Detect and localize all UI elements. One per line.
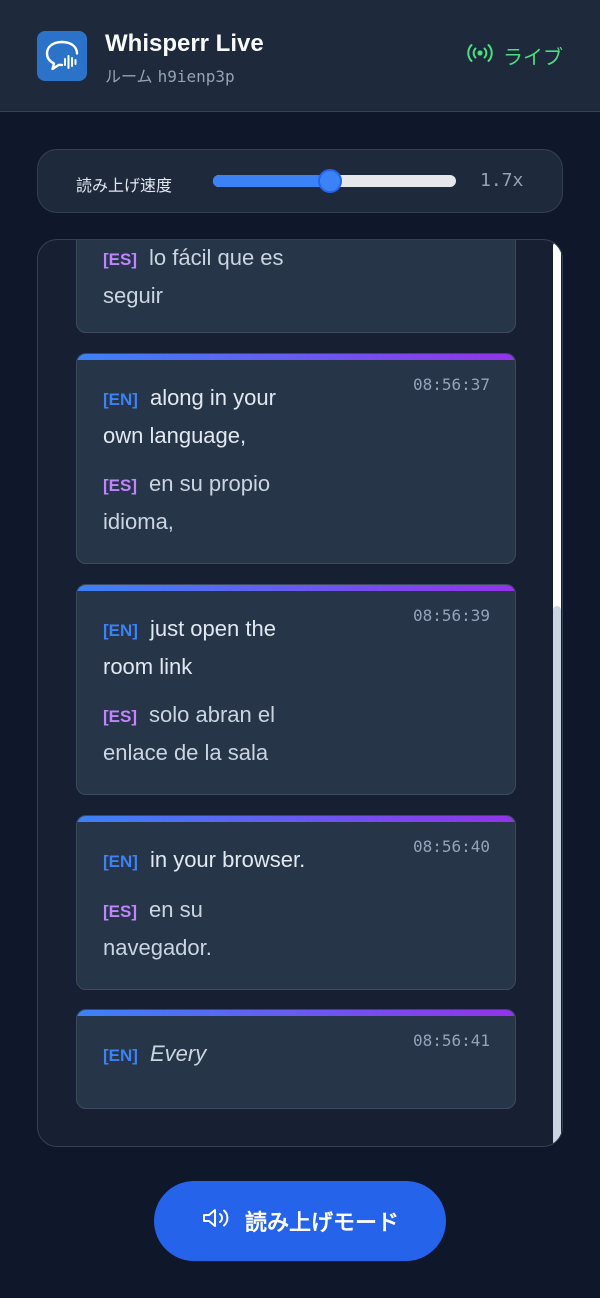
transcript-card: 08:56:40 [EN] in your browser. [ES] en su …	[76, 815, 516, 990]
live-label: ライブ	[503, 45, 563, 69]
timestamp: 08:56:40	[412, 837, 490, 856]
timestamp: 08:56:41	[412, 1031, 490, 1050]
transcript-card: 08:56:37 [EN] along in your own language,…	[76, 353, 516, 564]
room-label: ルーム	[105, 67, 153, 86]
timestamp: 08:56:39	[412, 606, 490, 625]
transcript-en-line: [EN] Every	[103, 1036, 363, 1074]
read-aloud-mode-button[interactable]: 読み上げモード	[154, 1181, 446, 1261]
partial-text: Every	[149, 1041, 207, 1066]
en-tag: [EN]	[103, 390, 138, 409]
transcript-es-line: [ES] en su propio idioma,	[103, 471, 271, 534]
app-header: Whisperr Live ルーム h9ienp3p ライブ	[0, 0, 600, 112]
card-accent-bar	[77, 816, 515, 822]
speed-control: 読み上げ速度 1.7x	[37, 149, 563, 213]
transcript-card: [ES] lo fácil que es seguir	[76, 240, 516, 333]
transcript-panel[interactable]: [ES] lo fácil que es seguir 08:56:37 [EN]…	[37, 239, 563, 1147]
es-tag: [ES]	[103, 707, 137, 726]
speaker-icon	[201, 1206, 231, 1236]
room-code: h9ienp3p	[157, 67, 235, 86]
transcript-en-line: [EN] along in your own language,	[103, 385, 276, 448]
speed-label: 読み上げ速度	[76, 176, 173, 195]
chat-bubble-waveform-icon	[37, 31, 87, 81]
room-info: ルーム h9ienp3p	[105, 63, 235, 87]
transcript-es-line: [ES] lo fácil que es seguir	[103, 245, 284, 308]
timestamp: 08:56:37	[412, 375, 490, 394]
live-status: ライブ	[467, 41, 563, 70]
scrollbar[interactable]	[553, 242, 561, 1146]
read-aloud-mode-label: 読み上げモード	[244, 1211, 399, 1236]
transcript-es-line: [ES] solo abran el enlace de la sala	[103, 702, 275, 765]
card-accent-bar	[77, 1010, 515, 1016]
en-tag: [EN]	[103, 621, 138, 640]
speed-slider-thumb[interactable]	[317, 169, 342, 193]
es-tag: [ES]	[103, 250, 137, 269]
broadcast-icon	[467, 43, 493, 68]
transcript-list: [ES] lo fácil que es seguir 08:56:37 [EN]…	[38, 240, 562, 1146]
transcript-es-line: [ES] en su navegador.	[103, 897, 212, 960]
speed-slider-fill	[213, 175, 330, 187]
es-tag: [ES]	[103, 476, 137, 495]
app-title: Whisperr Live	[105, 30, 264, 57]
en-tag: [EN]	[103, 1046, 138, 1065]
card-accent-bar	[77, 354, 515, 360]
transcript-en-line: [EN] just open the room link	[103, 616, 276, 679]
es-tag: [ES]	[103, 902, 137, 921]
scrollbar-thumb[interactable]	[553, 606, 561, 1146]
transcript-card: 08:56:41 [EN] Every	[76, 1009, 516, 1109]
transcript-card: 08:56:39 [EN] just open the room link [ES…	[76, 584, 516, 795]
transcript-en-line: [EN] in your browser.	[103, 847, 306, 872]
card-accent-bar	[77, 585, 515, 591]
en-tag: [EN]	[103, 852, 138, 871]
speed-value: 1.7x	[480, 170, 524, 191]
